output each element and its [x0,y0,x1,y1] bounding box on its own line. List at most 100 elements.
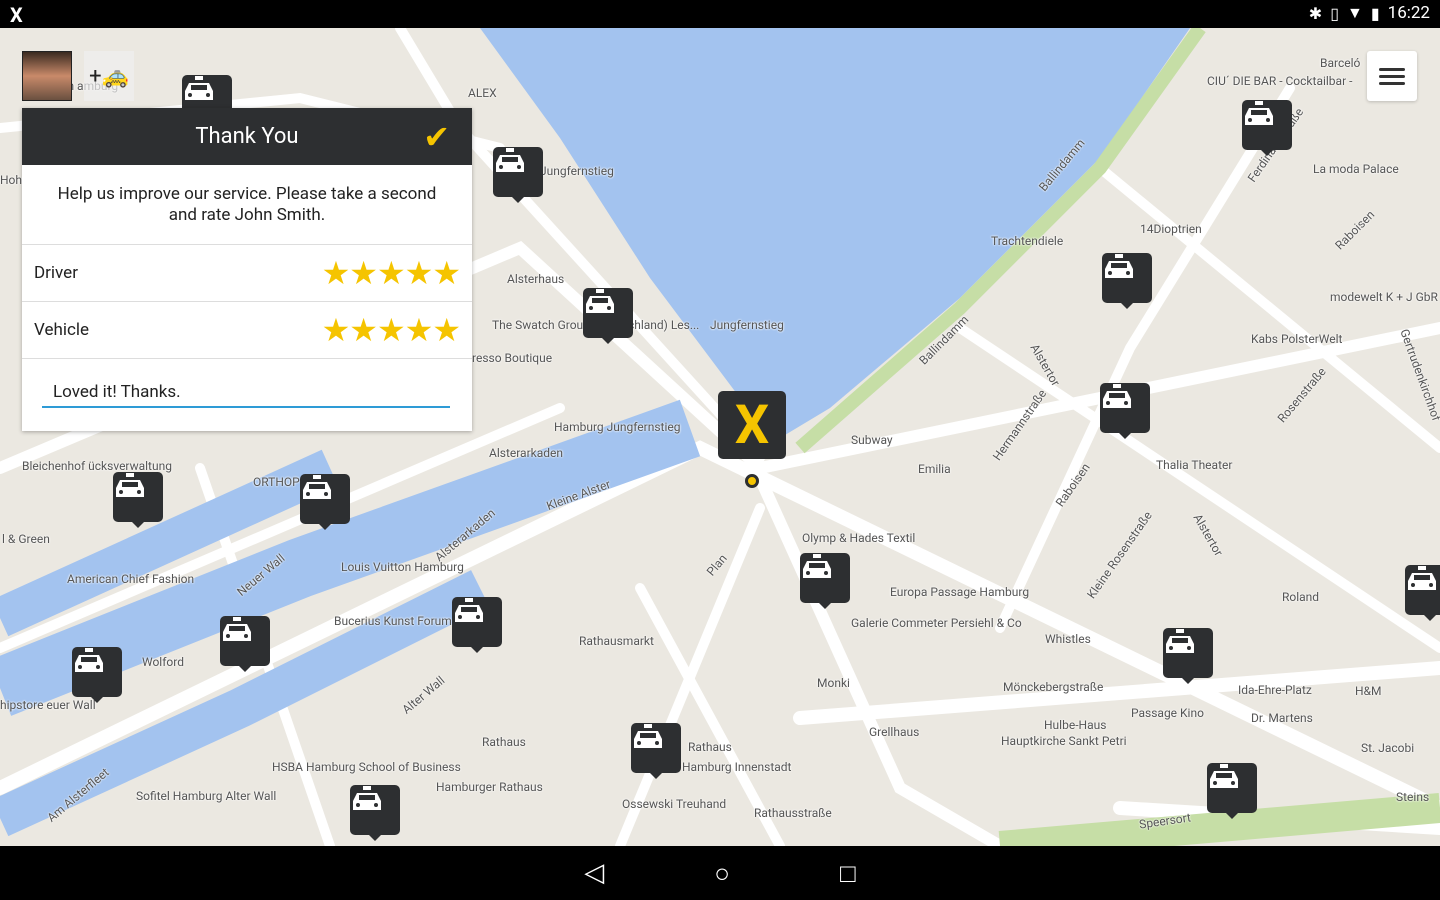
bluetooth-icon: ✱ [1308,3,1323,23]
map-label[interactable]: Bleichenhof ücksverwaltung [22,459,172,473]
taxi-icon [116,473,144,497]
taxi-marker[interactable] [113,472,163,528]
home-icon[interactable]: ○ [714,858,730,889]
map-label[interactable]: CIU´ DIE BAR - Cocktailbar - [1207,74,1352,88]
map-label[interactable]: resso Boutique [472,351,552,365]
taxi-marker[interactable] [1163,628,1213,684]
map-label[interactable]: Monki [817,676,850,690]
rating-dialog: Thank You ✔ Help us improve our service.… [22,108,472,431]
mytaxi-app-icon: X [10,3,23,27]
map-label[interactable]: Mönckebergstraße [1003,680,1103,694]
rating-label: Driver [34,263,78,283]
map-label[interactable]: Alsterarkaden [489,446,563,460]
map-label[interactable]: 14Dioptrien [1140,222,1202,236]
map-label[interactable]: Wolford [142,655,184,669]
taxi-icon [803,554,831,578]
driver-avatar[interactable] [22,51,72,101]
map-label[interactable]: hipstore euer Wall [0,698,96,712]
map-label[interactable]: l & Green [2,532,50,546]
dialog-header: Thank You ✔ [22,108,472,165]
map-label[interactable]: modewelt K + J GbR Modegeschäft [1330,290,1440,304]
map-label[interactable]: H&M [1355,684,1382,698]
map-label[interactable]: Alsterhaus [507,272,564,286]
taxi-icon [496,148,524,172]
map-label[interactable]: Hamburg Jungfernstieg [554,420,680,434]
add-taxi-button[interactable]: +🚕 [84,51,134,101]
map-label[interactable]: HSBA Hamburg School of Business [272,760,461,774]
map-label[interactable]: Subway [851,433,893,447]
taxi-marker[interactable] [1100,383,1150,439]
taxi-marker[interactable] [452,597,502,653]
map-label[interactable]: Kabs PolsterWelt [1251,332,1342,346]
map-label[interactable]: ALEX [468,86,497,100]
taxi-marker[interactable] [72,647,122,703]
map-label[interactable]: Ossewski Treuhand [622,797,726,811]
map-label[interactable]: St. Jacobi [1361,741,1414,755]
map-label[interactable]: Hamburg Innenstadt [682,760,791,774]
dialog-message: Help us improve our service. Please take… [22,165,472,245]
map-label[interactable]: Europa Passage Hamburg [890,585,1029,599]
map-label[interactable]: Bucerius Kunst Forum [334,614,452,628]
map-label[interactable]: Grellhaus [869,725,919,739]
comment-input[interactable]: Loved it! Thanks. [42,382,450,408]
map-label[interactable]: Dr. Martens [1251,711,1313,725]
map-label[interactable]: Passage Kino [1131,706,1204,720]
taxi-marker[interactable] [493,147,543,203]
map-label[interactable]: American Chief Fashion [67,572,194,586]
taxi-icon [223,617,251,641]
recents-icon[interactable]: □ [840,858,856,889]
map-label[interactable]: Roland [1282,590,1319,604]
map-label[interactable]: Steins [1396,790,1429,804]
battery-icon: ▮ [1370,3,1380,23]
taxi-marker[interactable] [350,785,400,841]
navigation-bar: ◁ ○ □ [0,846,1440,900]
taxi-icon [455,598,483,622]
map-label[interactable]: Ida-Ehre-Platz [1238,683,1312,697]
taxi-marker[interactable] [1242,100,1292,156]
map-label[interactable]: Rathausmarkt [579,634,654,648]
back-icon[interactable]: ◁ [584,858,604,888]
taxi-icon [634,724,662,748]
map-label[interactable]: Hauptkirche Sankt Petri [1001,734,1127,748]
map-label[interactable]: Trachtendiele [991,234,1063,248]
map-label[interactable]: Rathaus [482,735,526,749]
map-label[interactable]: Hulbe-Haus [1044,718,1106,732]
taxi-icon [185,76,213,100]
map-label[interactable]: Hamburger Rathaus [436,780,543,794]
taxi-icon [303,475,331,499]
vibrate-icon: ▯ [1330,3,1339,23]
hamburger-menu-icon [1379,67,1405,71]
map-label[interactable]: Rathausstraße [754,806,832,820]
map-label[interactable]: Louis Vuitton Hamburg [341,560,464,574]
taxi-marker[interactable] [1207,763,1257,819]
menu-button[interactable] [1367,51,1417,101]
taxi-marker[interactable] [1405,565,1440,621]
taxi-marker[interactable] [800,553,850,609]
taxi-marker[interactable] [583,288,633,344]
map-label[interactable]: Jungfernstieg [710,318,784,332]
clock: 16:22 [1387,3,1430,23]
checkmark-icon[interactable]: ✔ [423,118,450,156]
map-label[interactable]: Barceló [1320,56,1360,70]
map-label[interactable]: Emilia [918,462,951,476]
map-label[interactable]: Whistles [1045,632,1091,646]
taxi-icon [75,648,103,672]
star-rating-driver[interactable]: ★★★★★ [322,254,461,292]
map-label[interactable]: Jungfernstieg [540,164,614,178]
current-location-dot [745,474,759,488]
taxi-marker[interactable] [1102,253,1152,309]
taxi-marker[interactable] [220,616,270,672]
map-label[interactable]: Galerie Commeter Persiehl & Co [851,616,1022,630]
map-label[interactable]: Olymp & Hades Textil [802,531,915,545]
taxi-marker[interactable] [631,723,681,779]
taxi-icon [586,289,614,313]
rating-label: Vehicle [34,320,90,340]
taxi-icon [1245,101,1273,125]
map-label[interactable]: Sofitel Hamburg Alter Wall [136,789,276,803]
map-label[interactable]: La moda Palace [1313,162,1399,176]
map-label[interactable]: Rathaus [688,740,732,754]
pickup-location-pin[interactable]: X [718,391,786,459]
map-label[interactable]: Thalia Theater [1156,458,1232,472]
taxi-marker[interactable] [300,474,350,530]
star-rating-vehicle[interactable]: ★★★★★ [322,311,461,349]
